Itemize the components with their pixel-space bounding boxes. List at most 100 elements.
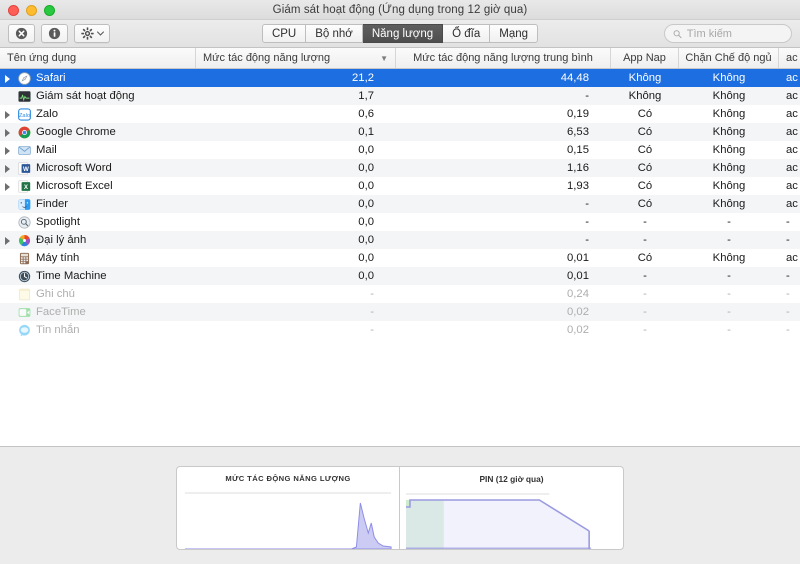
cell-energy-impact: 0,6 xyxy=(358,108,374,120)
table-row[interactable]: Mail 0,0 0,15 Có Không ac xyxy=(0,141,800,159)
table-row[interactable]: Máy tính 0,0 0,01 Có Không ac xyxy=(0,249,800,267)
close-window-button[interactable] xyxy=(8,5,19,16)
table-row[interactable]: Tin nhắn - 0,02 - - - xyxy=(0,321,800,339)
cell-app-nap: - xyxy=(643,324,647,336)
cell-user: ac xyxy=(786,126,798,138)
column-header-app-name[interactable]: Tên ứng dụng xyxy=(0,48,196,68)
tab-memory[interactable]: Bộ nhớ xyxy=(306,24,363,43)
toolbar-left-group xyxy=(8,24,110,43)
cell-avg-energy-impact: 0,02 xyxy=(567,306,589,318)
table-row[interactable]: Safari 21,2 44,48 Không Không ac xyxy=(0,69,800,87)
search-box[interactable] xyxy=(664,24,792,43)
table-row[interactable]: Time Machine 0,0 0,01 - - - xyxy=(0,267,800,285)
cell-avg-energy-impact: 0,02 xyxy=(567,324,589,336)
cell-app-nap: - xyxy=(643,234,647,246)
cell-prevent-sleep: Không xyxy=(712,108,746,120)
zoom-window-button[interactable] xyxy=(44,5,55,16)
app-name-label: Mail xyxy=(36,144,57,156)
cell-app-name: Giám sát hoạt động xyxy=(0,87,196,105)
cell-app-nap: - xyxy=(643,270,647,282)
app-name-label: Safari xyxy=(36,72,66,84)
minimize-window-button[interactable] xyxy=(26,5,37,16)
table-row[interactable]: X Microsoft Excel 0,0 1,93 Có Không ac xyxy=(0,177,800,195)
disclosure-triangle-icon[interactable] xyxy=(4,164,13,173)
cell-prevent-sleep: - xyxy=(727,306,731,318)
cell-user: ac xyxy=(786,90,798,102)
column-header-avg-energy-impact-label: Mức tác động năng lượng trung bình xyxy=(413,52,593,64)
battery-level-chart xyxy=(405,493,592,549)
table-row[interactable]: Finder 0,0 - Có Không ac xyxy=(0,195,800,213)
tab-network[interactable]: Mạng xyxy=(490,24,539,43)
facetime-icon xyxy=(18,306,31,319)
cell-user: - xyxy=(786,216,790,228)
cell-avg-energy-impact: 0,24 xyxy=(567,288,589,300)
cell-energy-impact: 0,0 xyxy=(358,270,374,282)
cell-energy-impact: 0,0 xyxy=(358,216,374,228)
cell-app-nap: - xyxy=(643,288,647,300)
cell-app-nap: Có xyxy=(637,180,653,192)
svg-text:Zalo: Zalo xyxy=(19,112,30,118)
energy-impact-graph-label: MỨC TÁC ĐỘNG NĂNG LƯỢNG xyxy=(225,474,351,483)
cell-prevent-sleep: - xyxy=(727,216,731,228)
window-controls xyxy=(8,5,55,16)
energy-impact-sparkline xyxy=(184,492,392,549)
cell-prevent-sleep: - xyxy=(727,234,731,246)
table-row[interactable]: Đại lý ảnh 0,0 - - - - xyxy=(0,231,800,249)
column-header-avg-energy-impact[interactable]: Mức tác động năng lượng trung bình xyxy=(396,48,611,68)
settings-menu-button[interactable] xyxy=(74,24,110,43)
messages-icon xyxy=(18,324,31,337)
column-header-prevent-sleep[interactable]: Chặn Chế độ ngủ xyxy=(679,48,779,68)
cell-energy-impact: 0,0 xyxy=(358,198,374,210)
view-tabs: CPU Bộ nhớ Năng lượng Ổ đĩa Mạng xyxy=(260,24,540,43)
tab-disk[interactable]: Ổ đĩa xyxy=(443,24,491,43)
cell-energy-impact: - xyxy=(370,324,374,336)
cell-avg-energy-impact: 0,01 xyxy=(567,252,589,264)
cell-prevent-sleep: - xyxy=(727,288,731,300)
tab-energy[interactable]: Năng lượng xyxy=(362,24,444,43)
search-input[interactable] xyxy=(686,27,783,40)
cell-app-name: X Microsoft Excel xyxy=(0,177,196,195)
disclosure-triangle-icon[interactable] xyxy=(4,128,13,137)
table-row[interactable]: Zalo Zalo 0,6 0,19 Có Không ac xyxy=(0,105,800,123)
stop-process-icon xyxy=(15,27,28,40)
cell-app-nap: Có xyxy=(637,108,653,120)
bottom-panel: MỨC TÁC ĐỘNG NĂNG LƯỢNG PIN (12 giờ qua) xyxy=(0,446,800,564)
table-row[interactable]: Spotlight 0,0 - - - - xyxy=(0,213,800,231)
disclosure-triangle-icon[interactable] xyxy=(4,110,13,119)
cell-app-name: FaceTime xyxy=(0,303,196,321)
table-row[interactable]: Google Chrome 0,1 6,53 Có Không ac xyxy=(0,123,800,141)
disclosure-triangle-icon[interactable] xyxy=(4,74,13,83)
cell-energy-impact: 0,0 xyxy=(358,144,374,156)
notes-icon xyxy=(18,288,31,301)
cell-avg-energy-impact: 1,16 xyxy=(567,162,589,174)
cell-app-name: Đại lý ảnh xyxy=(0,231,196,249)
cell-user: - xyxy=(786,306,790,318)
cell-prevent-sleep: Không xyxy=(712,162,746,174)
column-header-user[interactable]: ac xyxy=(779,48,800,68)
cell-app-name: Máy tính xyxy=(0,249,196,267)
cell-user: - xyxy=(786,324,790,336)
column-header-app-nap-label: App Nap xyxy=(623,52,666,64)
cell-avg-energy-impact: 0,19 xyxy=(567,108,589,120)
disclosure-triangle-icon[interactable] xyxy=(4,146,13,155)
tab-cpu[interactable]: CPU xyxy=(261,24,307,43)
column-header-energy-impact[interactable]: Mức tác động năng lượng ▼ xyxy=(196,48,396,68)
stop-process-button[interactable] xyxy=(8,24,35,43)
cell-avg-energy-impact: 44,48 xyxy=(560,72,589,84)
inspect-info-button[interactable] xyxy=(41,24,68,43)
disclosure-triangle-icon[interactable] xyxy=(4,182,13,191)
app-name-label: Microsoft Word xyxy=(36,162,112,174)
table-column-headers: Tên ứng dụng Mức tác động năng lượng ▼ M… xyxy=(0,48,800,69)
cell-prevent-sleep: Không xyxy=(712,126,746,138)
table-row[interactable]: FaceTime - 0,02 - - - xyxy=(0,303,800,321)
process-table[interactable]: Safari 21,2 44,48 Không Không ac Giám sá… xyxy=(0,69,800,446)
table-row[interactable]: Ghi chú - 0,24 - - - xyxy=(0,285,800,303)
cell-app-name: Mail xyxy=(0,141,196,159)
table-row[interactable]: W Microsoft Word 0,0 1,16 Có Không ac xyxy=(0,159,800,177)
app-name-label: Đại lý ảnh xyxy=(36,234,87,246)
table-row[interactable]: Giám sát hoạt động 1,7 - Không Không ac xyxy=(0,87,800,105)
column-header-app-nap[interactable]: App Nap xyxy=(611,48,679,68)
disclosure-triangle-icon[interactable] xyxy=(4,236,13,245)
